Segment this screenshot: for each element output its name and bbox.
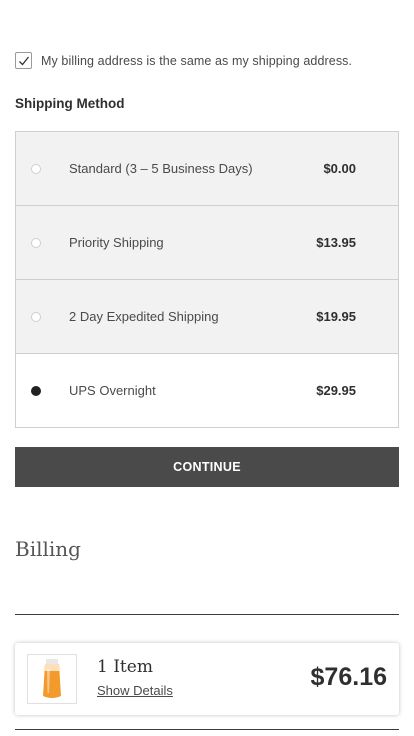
shipping-radio-ups-overnight[interactable] xyxy=(31,385,41,396)
shipping-option-name: Priority Shipping xyxy=(69,235,164,250)
item-count: 1 Item xyxy=(97,657,153,677)
sunscreen-tube-icon xyxy=(43,659,61,698)
divider xyxy=(15,729,399,730)
billing-same-label: My billing address is the same as my shi… xyxy=(41,53,353,68)
checkmark-icon xyxy=(19,56,30,66)
shipping-option-price: $13.95 xyxy=(316,235,356,250)
shipping-options-list: Standard (3 – 5 Business Days) $0.00 Pri… xyxy=(15,131,399,428)
shipping-radio-priority[interactable] xyxy=(31,237,41,248)
order-summary-card: 1 Item Show Details $76.16 xyxy=(15,643,399,715)
shipping-radio-standard[interactable] xyxy=(31,163,41,174)
shipping-option-price: $29.95 xyxy=(316,383,356,398)
shipping-option-2day[interactable]: 2 Day Expedited Shipping $19.95 xyxy=(16,280,398,354)
product-thumbnail xyxy=(27,654,77,704)
shipping-option-priority[interactable]: Priority Shipping $13.95 xyxy=(16,206,398,280)
order-total: $76.16 xyxy=(310,663,387,691)
shipping-option-price: $19.95 xyxy=(316,309,356,324)
shipping-option-price: $0.00 xyxy=(323,161,356,176)
shipping-option-name: Standard (3 – 5 Business Days) xyxy=(69,161,253,176)
shipping-option-standard[interactable]: Standard (3 – 5 Business Days) $0.00 xyxy=(16,132,398,206)
shipping-option-ups-overnight[interactable]: UPS Overnight $29.95 xyxy=(16,354,398,427)
shipping-method-title: Shipping Method xyxy=(15,96,125,111)
show-details-link[interactable]: Show Details xyxy=(97,683,173,698)
shipping-option-name: 2 Day Expedited Shipping xyxy=(69,309,219,324)
divider xyxy=(15,614,399,615)
shipping-option-name: UPS Overnight xyxy=(69,383,156,398)
shipping-radio-2day[interactable] xyxy=(31,311,41,322)
continue-button[interactable]: CONTINUE xyxy=(15,447,399,487)
billing-same-checkbox[interactable] xyxy=(15,52,32,69)
billing-same-as-shipping-row[interactable]: My billing address is the same as my shi… xyxy=(15,52,352,69)
billing-heading: Billing xyxy=(15,537,81,561)
